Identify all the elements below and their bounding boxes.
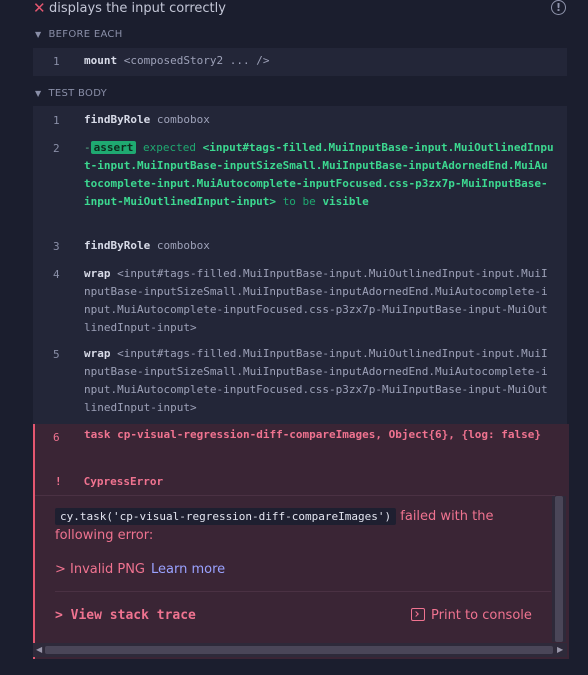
line-number: 2 bbox=[53, 142, 60, 155]
error-panel: ! CypressError cy.task('cp-visual-regress… bbox=[33, 466, 569, 659]
line-number: 1 bbox=[53, 55, 60, 68]
section-label: BEFORE EACH bbox=[48, 29, 123, 40]
assert-expected: expected bbox=[143, 141, 196, 154]
test-body-commands: 1 findByRole combobox 2 - assert expected… bbox=[33, 106, 567, 424]
scroll-left-icon[interactable]: ◀ bbox=[36, 645, 42, 654]
section-before-each[interactable]: ▼ BEFORE EACH bbox=[35, 29, 123, 40]
section-test-body[interactable]: ▼ TEST BODY bbox=[35, 88, 107, 99]
test-header[interactable]: ✕ displays the input correctly ! bbox=[0, 0, 588, 18]
invalid-png-text: > Invalid PNG bbox=[55, 562, 146, 577]
error-code: cy.task('cp-visual-regression-diff-compa… bbox=[55, 508, 397, 525]
scrollbar-thumb[interactable] bbox=[45, 646, 553, 654]
command-name: findByRole bbox=[84, 239, 151, 252]
section-label: TEST BODY bbox=[48, 88, 108, 99]
command-name: wrap bbox=[84, 267, 111, 280]
line-number: 1 bbox=[53, 114, 60, 127]
line-number: 6 bbox=[53, 431, 60, 444]
info-icon[interactable]: ! bbox=[551, 0, 566, 15]
command-arg: <composedStory2 ... /> bbox=[123, 54, 270, 67]
view-stack-trace-button[interactable]: > View stack trace bbox=[55, 608, 196, 623]
command-arg: <input#tags-filled.MuiInputBase-input.Mu… bbox=[84, 347, 548, 414]
print-to-console-label: Print to console bbox=[431, 608, 532, 623]
chevron-down-icon: ▼ bbox=[35, 89, 42, 98]
assert-dash: - bbox=[84, 141, 91, 154]
command-name: wrap bbox=[84, 347, 111, 360]
assert-badge: assert bbox=[90, 141, 137, 154]
error-title: ! CypressError bbox=[55, 475, 163, 488]
assert-to-be: to be bbox=[282, 195, 316, 208]
error-name: CypressError bbox=[83, 475, 164, 488]
line-number: 3 bbox=[53, 240, 60, 253]
print-to-console-button[interactable]: Print to console bbox=[411, 608, 532, 623]
failed-command-row[interactable]: 6 task cp-visual-regression-diff-compare… bbox=[33, 424, 569, 466]
console-icon bbox=[411, 608, 425, 621]
error-message: cy.task('cp-visual-regression-diff-compa… bbox=[55, 507, 541, 545]
divider bbox=[35, 495, 555, 496]
line-number: 5 bbox=[53, 348, 60, 361]
chevron-down-icon: ▼ bbox=[35, 30, 42, 39]
error-detail: > Invalid PNG Learn more bbox=[55, 562, 225, 577]
command-arg: cp-visual-regression-diff-compareImages,… bbox=[117, 428, 541, 441]
command-arg: combobox bbox=[156, 239, 210, 252]
command-name: findByRole bbox=[84, 113, 151, 126]
scroll-right-icon[interactable]: ▶ bbox=[557, 645, 563, 654]
vertical-scrollbar[interactable] bbox=[552, 496, 566, 642]
command-arg: combobox bbox=[156, 113, 210, 126]
learn-more-link[interactable]: Learn more bbox=[151, 562, 225, 577]
failed-icon: ✕ bbox=[33, 0, 46, 17]
horizontal-scrollbar[interactable]: ◀ ▶ bbox=[33, 643, 567, 657]
assert-visible: visible bbox=[322, 195, 369, 208]
test-title: displays the input correctly bbox=[49, 1, 226, 16]
command-arg: <input#tags-filled.MuiInputBase-input.Mu… bbox=[84, 267, 548, 334]
error-icon: ! bbox=[55, 475, 62, 488]
scrollbar-thumb[interactable] bbox=[555, 496, 563, 642]
before-each-commands: 1 mount <composedStory2 ... /> bbox=[33, 48, 567, 76]
command-name: task bbox=[84, 428, 111, 441]
command-name: mount bbox=[84, 54, 118, 67]
line-number: 4 bbox=[53, 268, 60, 281]
divider bbox=[55, 591, 551, 592]
